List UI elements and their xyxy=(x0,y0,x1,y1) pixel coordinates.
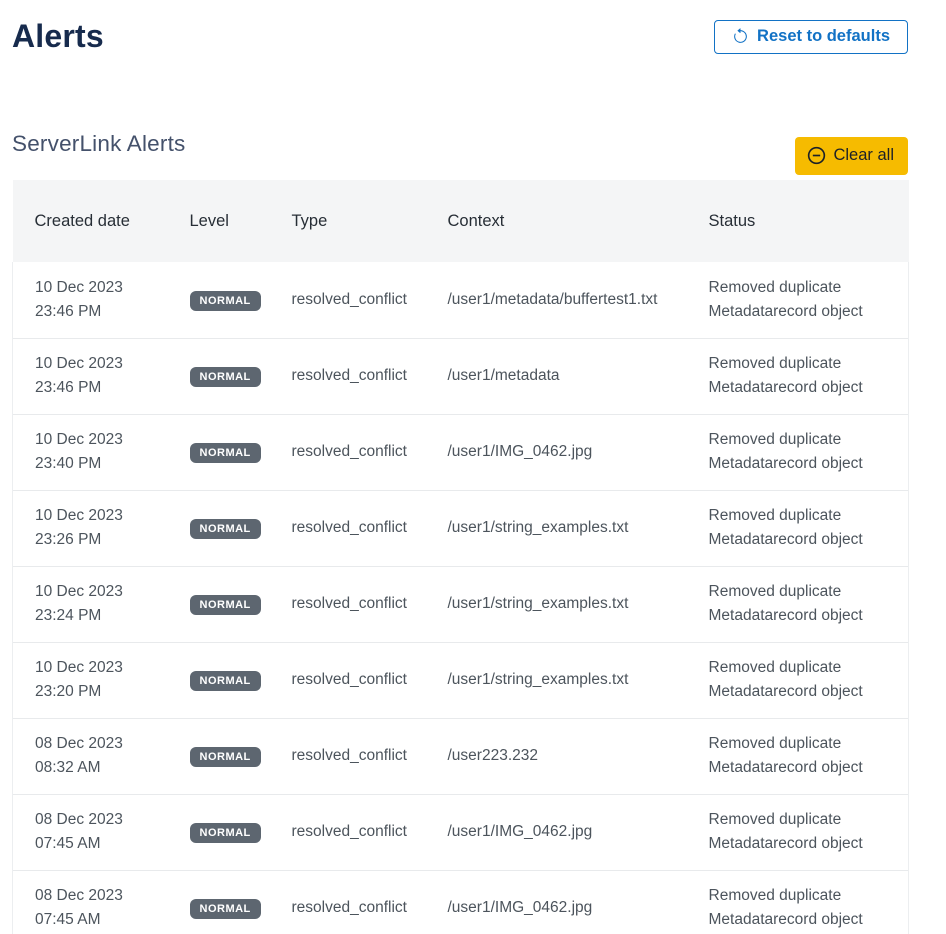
status-cell: Removed duplicate Metadatarecord object xyxy=(687,490,909,566)
type-cell: resolved_conflict xyxy=(270,642,426,718)
type-cell: resolved_conflict xyxy=(270,794,426,870)
type-cell: resolved_conflict xyxy=(270,718,426,794)
alerts-page: Alerts Reset to defaults ServerLink Aler… xyxy=(0,0,946,934)
level-cell: NORMAL xyxy=(168,642,270,718)
level-cell: NORMAL xyxy=(168,338,270,414)
status-cell: Removed duplicate Metadatarecord object xyxy=(687,718,909,794)
status-cell: Removed duplicate Metadatarecord object xyxy=(687,414,909,490)
created-date-cell: 10 Dec 2023 23:40 PM xyxy=(13,414,168,490)
table-row: 08 Dec 2023 07:45 AM NORMAL resolved_confl… xyxy=(13,870,909,934)
context-cell: /user1/string_examples.txt xyxy=(426,566,687,642)
created-date-cell: 10 Dec 2023 23:24 PM xyxy=(13,566,168,642)
table-row: 08 Dec 2023 08:32 AM NORMAL resolved_confl… xyxy=(13,718,909,794)
type-cell: resolved_conflict xyxy=(270,566,426,642)
context-cell: /user1/IMG_0462.jpg xyxy=(426,414,687,490)
reset-button-label: Reset to defaults xyxy=(757,27,890,46)
status-cell: Removed duplicate Metadatarecord object xyxy=(687,262,909,338)
column-header-context: Context xyxy=(426,180,687,262)
minus-circle-icon xyxy=(807,146,826,165)
created-date-cell: 10 Dec 2023 23:26 PM xyxy=(13,490,168,566)
level-badge: NORMAL xyxy=(190,899,261,919)
level-badge: NORMAL xyxy=(190,671,261,691)
column-header-level: Level xyxy=(168,180,270,262)
level-badge: NORMAL xyxy=(190,443,261,463)
status-cell: Removed duplicate Metadatarecord object xyxy=(687,566,909,642)
section-bar: ServerLink Alerts Clear all xyxy=(12,131,908,175)
created-date-cell: 10 Dec 2023 23:20 PM xyxy=(13,642,168,718)
status-cell: Removed duplicate Metadatarecord object xyxy=(687,338,909,414)
context-cell: /user1/string_examples.txt xyxy=(426,642,687,718)
table-header: Created date Level Type Context Status xyxy=(13,180,909,262)
created-date-cell: 08 Dec 2023 07:45 AM xyxy=(13,870,168,934)
created-date-cell: 10 Dec 2023 23:46 PM xyxy=(13,262,168,338)
column-header-status: Status xyxy=(687,180,909,262)
level-badge: NORMAL xyxy=(190,519,261,539)
level-cell: NORMAL xyxy=(168,794,270,870)
table-row: 10 Dec 2023 23:24 PM NORMAL resolved_confl… xyxy=(13,566,909,642)
context-cell: /user1/string_examples.txt xyxy=(426,490,687,566)
level-cell: NORMAL xyxy=(168,870,270,934)
context-cell: /user1/metadata xyxy=(426,338,687,414)
level-badge: NORMAL xyxy=(190,291,261,311)
created-date-cell: 08 Dec 2023 07:45 AM xyxy=(13,794,168,870)
table-row: 10 Dec 2023 23:46 PM NORMAL resolved_confl… xyxy=(13,262,909,338)
status-cell: Removed duplicate Metadatarecord object xyxy=(687,642,909,718)
undo-arrow-icon xyxy=(732,28,749,45)
column-header-created-date: Created date xyxy=(13,180,168,262)
status-cell: Removed duplicate Metadatarecord object xyxy=(687,870,909,934)
clear-all-button[interactable]: Clear all xyxy=(795,137,908,175)
reset-to-defaults-button[interactable]: Reset to defaults xyxy=(714,20,908,54)
level-cell: NORMAL xyxy=(168,262,270,338)
context-cell: /user1/IMG_0462.jpg xyxy=(426,794,687,870)
type-cell: resolved_conflict xyxy=(270,490,426,566)
level-badge: NORMAL xyxy=(190,747,261,767)
created-date-cell: 10 Dec 2023 23:46 PM xyxy=(13,338,168,414)
level-badge: NORMAL xyxy=(190,823,261,843)
section-title: ServerLink Alerts xyxy=(12,131,185,157)
table-row: 08 Dec 2023 07:45 AM NORMAL resolved_confl… xyxy=(13,794,909,870)
type-cell: resolved_conflict xyxy=(270,870,426,934)
type-cell: resolved_conflict xyxy=(270,262,426,338)
alerts-table: Created date Level Type Context Status 1… xyxy=(12,180,909,934)
context-cell: /user223.232 xyxy=(426,718,687,794)
table-row: 10 Dec 2023 23:20 PM NORMAL resolved_confl… xyxy=(13,642,909,718)
created-date-cell: 08 Dec 2023 08:32 AM xyxy=(13,718,168,794)
table-row: 10 Dec 2023 23:26 PM NORMAL resolved_confl… xyxy=(13,490,909,566)
table-row: 10 Dec 2023 23:40 PM NORMAL resolved_confl… xyxy=(13,414,909,490)
top-bar: Alerts Reset to defaults xyxy=(12,18,908,55)
level-cell: NORMAL xyxy=(168,718,270,794)
level-cell: NORMAL xyxy=(168,566,270,642)
level-badge: NORMAL xyxy=(190,367,261,387)
level-cell: NORMAL xyxy=(168,490,270,566)
table-body: 10 Dec 2023 23:46 PM NORMAL resolved_confl… xyxy=(13,262,909,934)
column-header-type: Type xyxy=(270,180,426,262)
level-badge: NORMAL xyxy=(190,595,261,615)
table-header-row: Created date Level Type Context Status xyxy=(13,180,909,262)
context-cell: /user1/IMG_0462.jpg xyxy=(426,870,687,934)
context-cell: /user1/metadata/buffertest1.txt xyxy=(426,262,687,338)
table-row: 10 Dec 2023 23:46 PM NORMAL resolved_confl… xyxy=(13,338,909,414)
level-cell: NORMAL xyxy=(168,414,270,490)
page-title: Alerts xyxy=(12,18,104,55)
clear-button-label: Clear all xyxy=(833,146,894,165)
type-cell: resolved_conflict xyxy=(270,338,426,414)
type-cell: resolved_conflict xyxy=(270,414,426,490)
status-cell: Removed duplicate Metadatarecord object xyxy=(687,794,909,870)
